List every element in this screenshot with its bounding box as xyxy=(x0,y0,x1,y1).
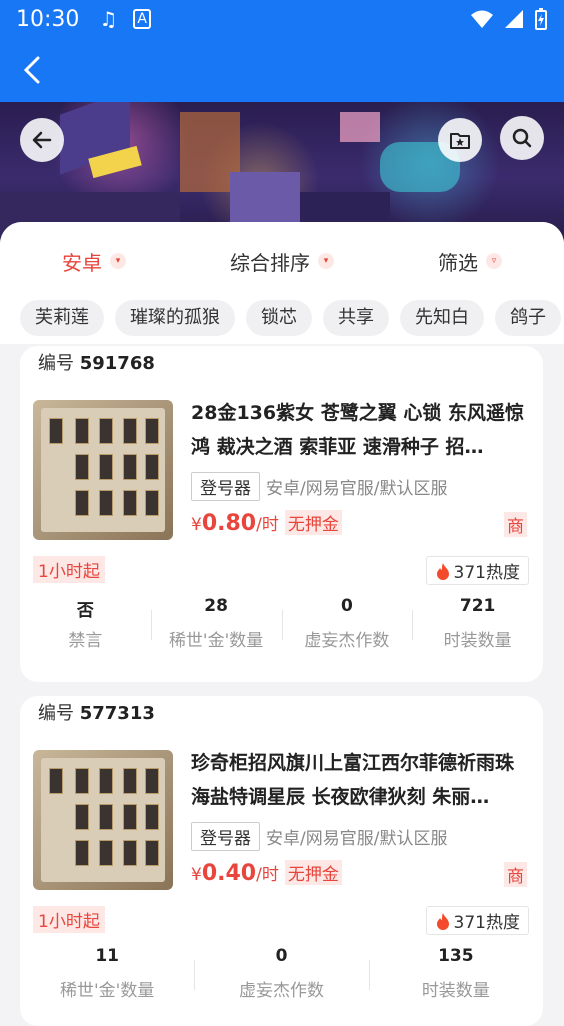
listing-id-value: 591768 xyxy=(79,353,155,374)
listing-stats: 11 稀世'金'数量 0 虚妄杰作数 135 时装数量 xyxy=(20,946,543,1001)
chevron-down-icon: ▾ xyxy=(110,253,126,269)
tag-chip[interactable]: 锁芯 xyxy=(246,300,312,336)
tag-chip[interactable]: 共享 xyxy=(323,300,389,336)
tag-row: 芙莉莲 璀璨的孤狼 锁芯 共享 先知白 鸽子 xyxy=(0,300,564,336)
stat-label: 虚妄杰作数 xyxy=(304,631,390,651)
status-time: 10:30 xyxy=(16,6,80,32)
stat-value: 0 xyxy=(340,596,353,616)
login-tool-badge: 登号器 xyxy=(191,822,260,851)
currency-symbol: ¥ xyxy=(191,865,202,885)
heat-badge: 371热度 xyxy=(425,906,529,935)
stat-value: 11 xyxy=(95,946,119,966)
listing-id: 编号 577313 xyxy=(20,696,195,732)
stat-label: 稀世'金'数量 xyxy=(59,981,155,1001)
fire-icon xyxy=(436,562,449,580)
listing-card[interactable]: 编号 577313 珍奇柜招风旗川上富江西尔菲德祈雨珠海盐特调星辰 长夜欧律狄刻… xyxy=(20,696,543,1026)
price-unit: /时 xyxy=(256,865,279,885)
heat-text: 371热度 xyxy=(453,913,520,933)
banner-back-button[interactable] xyxy=(20,118,64,162)
stat-value: 否 xyxy=(76,601,94,621)
listing-id-value: 577313 xyxy=(79,703,155,724)
stat-item: 28 稀世'金'数量 xyxy=(150,596,282,651)
filter-screen-label: 筛选 xyxy=(438,250,478,275)
listing-price: ¥0.80/时 无押金 xyxy=(191,510,342,536)
stat-item: 否禁言 xyxy=(20,596,151,651)
listing-id-label: 编号 xyxy=(38,703,74,724)
stat-label: 稀世'金'数量 xyxy=(168,631,264,651)
music-icon: ♫ xyxy=(99,7,118,31)
listing-id-label: 编号 xyxy=(38,353,74,374)
stat-value: 721 xyxy=(459,596,496,616)
listing-stats: 否禁言 28 稀世'金'数量 0 虚妄杰作数 721 时装数量 xyxy=(20,596,543,651)
signal-icon xyxy=(505,10,523,28)
folder-star-icon xyxy=(450,133,470,149)
platform-text: 安卓/网易官服/默认区服 xyxy=(266,479,448,499)
favorite-folder-button[interactable] xyxy=(438,118,482,162)
login-tool-badge: 登号器 xyxy=(191,472,260,501)
filter-sort-label: 综合排序 xyxy=(230,250,310,275)
tag-chip[interactable]: 鸽子 xyxy=(495,300,561,336)
price-value: 0.40 xyxy=(201,861,257,886)
merchant-badge: 商 xyxy=(504,512,527,537)
tag-chip[interactable]: 芙莉莲 xyxy=(20,300,104,336)
search-icon xyxy=(512,128,532,148)
listing-title: 珍奇柜招风旗川上富江西尔菲德祈雨珠海盐特调星辰 长夜欧律狄刻 朱丽… xyxy=(191,752,515,808)
listing-platform: 登号器 安卓/网易官服/默认区服 xyxy=(191,822,447,851)
chevron-down-icon: ▾ xyxy=(318,253,334,269)
currency-symbol: ¥ xyxy=(191,515,202,535)
min-rent-badge: 1小时起 xyxy=(33,906,105,933)
merchant-badge: 商 xyxy=(504,862,527,887)
search-button[interactable] xyxy=(500,116,544,160)
filter-platform[interactable]: 安卓 ▾ xyxy=(0,247,188,276)
stat-label: 禁言 xyxy=(68,631,103,651)
stat-item: 0 虚妄杰作数 xyxy=(194,946,368,1001)
stat-item: 721 时装数量 xyxy=(412,596,543,651)
no-deposit-badge: 无押金 xyxy=(284,860,342,885)
listing-thumbnail xyxy=(33,400,173,540)
tag-chip[interactable]: 璀璨的孤狼 xyxy=(115,300,235,336)
listing-thumbnail xyxy=(33,750,173,890)
stat-value: 135 xyxy=(438,946,474,966)
filter-panel: 安卓 ▾ 综合排序 ▾ 筛选 ▿ 芙莉莲 璀璨的孤狼 锁芯 共享 先知白 鸽子 xyxy=(0,222,564,344)
stat-value: 0 xyxy=(275,946,288,966)
filter-bar: 安卓 ▾ 综合排序 ▾ 筛选 ▿ xyxy=(0,222,564,300)
stat-value: 28 xyxy=(204,596,228,616)
stat-label: 虚妄杰作数 xyxy=(238,981,324,1001)
listing-price: ¥0.40/时 无押金 xyxy=(191,860,342,886)
battery-icon xyxy=(535,8,547,30)
platform-text: 安卓/网易官服/默认区服 xyxy=(266,829,448,849)
listing-platform: 登号器 安卓/网易官服/默认区服 xyxy=(191,472,447,501)
filter-platform-label: 安卓 xyxy=(62,250,102,275)
fire-icon xyxy=(436,912,449,930)
heat-text: 371热度 xyxy=(453,563,520,583)
stat-label: 时装数量 xyxy=(421,981,490,1001)
back-arrow-icon[interactable] xyxy=(18,52,48,88)
left-arrow-icon xyxy=(32,131,52,149)
listing-card[interactable]: 编号 591768 28金136紫女 苍鹭之翼 心锁 东风遥惊鸿 裁决之酒 索菲… xyxy=(20,346,543,682)
listing-title: 28金136紫女 苍鹭之翼 心锁 东风遥惊鸿 裁决之酒 索菲亚 速滑种子 招… xyxy=(191,402,524,458)
app-notification-icon: A xyxy=(133,9,151,29)
price-value: 0.80 xyxy=(201,511,257,536)
min-rent-badge: 1小时起 xyxy=(33,556,105,583)
wifi-icon xyxy=(471,10,493,28)
app-bar xyxy=(0,38,564,102)
tag-chip[interactable]: 先知白 xyxy=(400,300,484,336)
filter-screen[interactable]: 筛选 ▿ xyxy=(376,247,564,276)
price-unit: /时 xyxy=(256,515,279,535)
stat-item: 0 虚妄杰作数 xyxy=(281,596,413,651)
stat-label: 时装数量 xyxy=(443,631,512,651)
stat-item: 11 稀世'金'数量 xyxy=(20,946,194,1001)
stat-item: 135 时装数量 xyxy=(368,946,543,1001)
listing-id: 编号 591768 xyxy=(20,346,195,382)
heat-badge: 371热度 xyxy=(425,556,529,585)
no-deposit-badge: 无押金 xyxy=(284,510,342,535)
filter-sort[interactable]: 综合排序 ▾ xyxy=(188,247,376,276)
funnel-icon: ▿ xyxy=(486,253,502,269)
content-sheet: 安卓 ▾ 综合排序 ▾ 筛选 ▿ 芙莉莲 璀璨的孤狼 锁芯 共享 先知白 鸽子 … xyxy=(0,222,564,1026)
status-bar: 10:30 ♫ A xyxy=(0,0,564,38)
